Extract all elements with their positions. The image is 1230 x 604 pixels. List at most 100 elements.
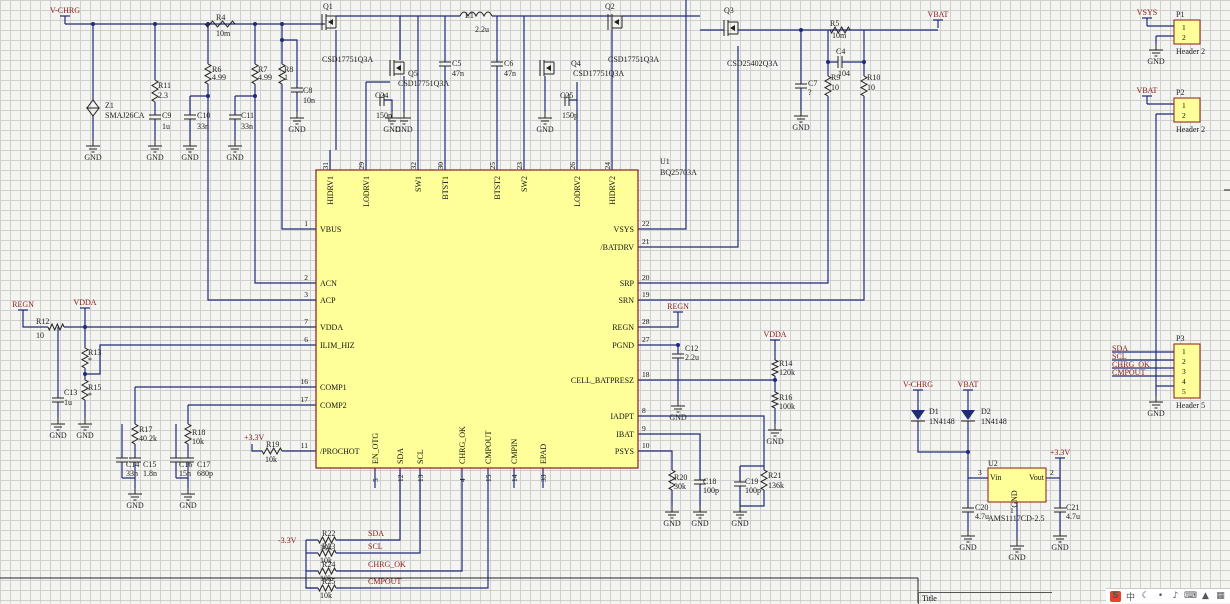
p3-pin-5: 5: [1182, 387, 1186, 396]
d1-ref: D1: [929, 407, 939, 416]
pin-number: 9: [642, 424, 646, 433]
p3-pin-4: 4: [1182, 377, 1186, 386]
gnd-label: GND: [691, 519, 709, 528]
gnd-label: GND: [766, 437, 784, 446]
q3-val: CSD25402Q3A: [727, 59, 778, 68]
gnd-label: GND: [1051, 543, 1069, 552]
r5-val: 10m: [832, 31, 847, 40]
v33-flag-reg: +3.3V: [1050, 448, 1071, 457]
r4-ref: R4: [216, 13, 225, 22]
pin-name: LODRV1: [362, 176, 371, 207]
gnd-label: GND: [181, 153, 199, 162]
resistor-symbol: [132, 424, 138, 444]
vbat-flag-d2: VBAT: [958, 380, 979, 389]
pin-number: 24: [603, 162, 612, 170]
c16-ref: C16: [179, 460, 192, 469]
c20-ref: C20: [975, 503, 988, 512]
r7-val: 4.99: [258, 73, 272, 82]
cmpout-net-label: CMPOUT: [368, 577, 401, 586]
pin-number: 23: [515, 162, 524, 170]
p1-body: [1174, 20, 1200, 44]
c21-val: 4.7u: [1066, 512, 1080, 521]
regn-flag-left: REGN: [12, 300, 34, 309]
microphone-icon[interactable]: ♪: [1170, 591, 1181, 602]
pin-name: SRN: [618, 296, 634, 305]
c25-ref: C25: [560, 91, 573, 100]
r14-ref: R14: [779, 359, 792, 368]
u2-pin2: 2: [1050, 468, 1054, 477]
r23-ref: R23: [322, 542, 335, 551]
p2-val: Header 2: [1176, 125, 1205, 134]
c19-ref: C19: [745, 477, 758, 486]
shirt-icon[interactable]: ▲: [1200, 591, 1211, 602]
sda-net-label: SDA: [368, 529, 384, 538]
q2-ref: Q2: [605, 2, 615, 11]
pin-number: 32: [409, 162, 418, 170]
q4-val: CSD17751Q3A: [573, 69, 624, 78]
gnd-label: GND: [288, 125, 306, 134]
gnd-label: GND: [731, 519, 749, 528]
moon-icon[interactable]: ☾: [1140, 591, 1151, 602]
pin-number: 4: [458, 478, 467, 482]
r16-val: 100k: [779, 402, 795, 411]
c10-ref: C10: [197, 111, 210, 120]
c10-val: 33n: [197, 122, 209, 131]
gnd-label: GND: [959, 543, 977, 552]
c9-val: 1u: [162, 122, 170, 131]
language-indicator[interactable]: 中: [1125, 591, 1136, 602]
u2-pin3: 3: [978, 468, 982, 477]
pin-number: 16: [301, 377, 309, 386]
r19-ref: R19: [266, 440, 279, 449]
c13-ref: C13: [64, 388, 77, 397]
ic-part: BQ25703A: [660, 168, 697, 177]
pin-name: SDA: [396, 448, 405, 464]
pin-name: /PROCHOT: [320, 447, 360, 456]
r13-val: *: [88, 356, 92, 365]
pin-name: VSYS: [614, 225, 634, 234]
pin-name: ACN: [320, 279, 337, 288]
ime-icon[interactable]: S: [1110, 591, 1121, 602]
p2-ref: P2: [1176, 88, 1184, 97]
p2-pin-2: 2: [1182, 111, 1186, 120]
dot-icon[interactable]: •: [1155, 591, 1166, 602]
r14-val: 120k: [779, 368, 795, 377]
pin-name: PGND: [612, 341, 634, 350]
r20-val: 30k: [674, 482, 686, 491]
r11-ref: R11: [158, 81, 171, 90]
u2-vin: Vin: [990, 473, 1002, 482]
acn-wire: [255, 84, 286, 283]
pin-name: BTST2: [493, 176, 502, 200]
pin-number: 25: [488, 162, 497, 170]
keyboard-icon[interactable]: ⌨: [1185, 591, 1196, 602]
z1-diode: [87, 100, 99, 108]
junction-dot: [83, 372, 87, 376]
gnd-label: GND: [1147, 57, 1165, 66]
r18-ref: R18: [192, 428, 205, 437]
c12-val: 2.2u: [685, 353, 699, 362]
c8-val: 10n: [303, 96, 315, 105]
q1-val: CSD17751Q3A: [322, 55, 373, 64]
d2-val: 1N4148: [981, 417, 1007, 426]
p3-cmpout-label: CMPOUT: [1112, 368, 1145, 377]
v33-flag-left: +3.3V: [244, 433, 265, 442]
wire: [668, 345, 678, 354]
pin-number: 27: [642, 335, 650, 344]
pin-name: ILIM_HIZ: [320, 341, 355, 350]
c18-ref: C18: [703, 477, 716, 486]
c19-val: 100p: [745, 486, 761, 495]
c6-ref: C6: [504, 59, 513, 68]
r24-ref: R24: [322, 560, 335, 569]
p1-val: Header 2: [1176, 47, 1205, 56]
grid-icon[interactable]: ▦: [1215, 591, 1226, 602]
r12-ref: R12: [36, 317, 49, 326]
r21-val: 136k: [768, 481, 784, 490]
c8-ref: C8: [303, 86, 312, 95]
wire: [668, 416, 764, 470]
gnd-label: GND: [663, 519, 681, 528]
gnd-label: GND: [536, 125, 554, 134]
pin-name: HIDRV2: [608, 176, 617, 205]
gnd-label: GND: [669, 413, 687, 422]
gnd-label: GND: [226, 153, 244, 162]
schematic-canvas[interactable]: U1BQ25703A31HIDRV129LODRV132SW130BTST125…: [0, 0, 1230, 603]
r25-ref: R25: [322, 577, 335, 586]
